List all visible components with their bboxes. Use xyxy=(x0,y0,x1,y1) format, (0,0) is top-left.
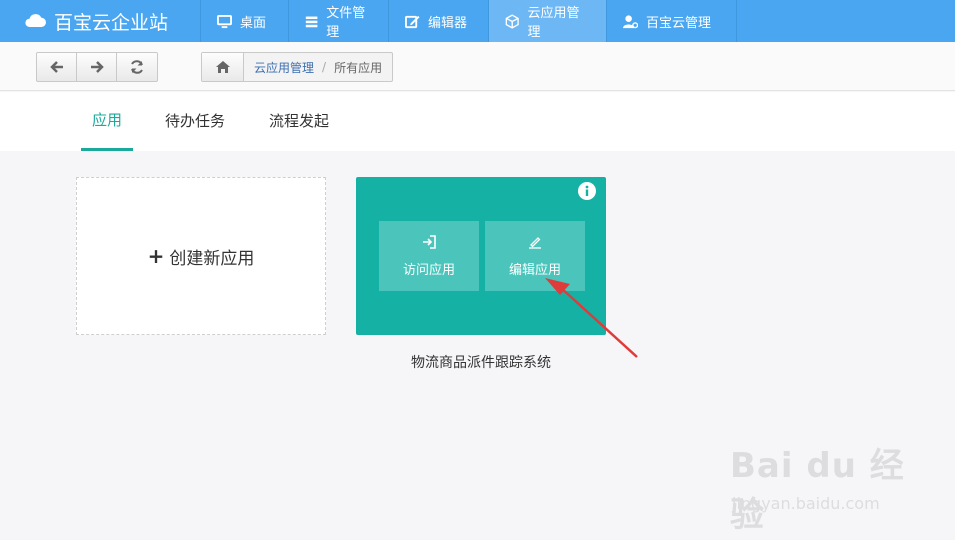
plus-icon: + xyxy=(147,244,165,268)
app-card: 访问应用 编辑应用 xyxy=(356,177,606,335)
brand-title: 百宝云企业站 xyxy=(54,11,169,34)
watermark-logo: Bai du 经验 xyxy=(730,446,905,535)
toolbar: 云应用管理 / 所有应用 xyxy=(0,42,955,91)
tab-start-process[interactable]: 流程发起 xyxy=(262,92,336,151)
nav-editor-label: 编辑器 xyxy=(428,15,468,31)
history-button-group xyxy=(36,52,158,82)
breadcrumb-home-button[interactable] xyxy=(202,53,244,81)
tab-apps[interactable]: 应用 xyxy=(81,92,133,151)
baidu-jingyan-watermark: Bai du 经验 jingyan.baidu.com xyxy=(730,438,930,535)
watermark-url: jingyan.baidu.com xyxy=(732,494,880,513)
brand[interactable]: 百宝云企业站 xyxy=(0,0,200,42)
nav-desktop-label: 桌面 xyxy=(240,15,267,31)
sign-in-icon xyxy=(423,234,436,249)
refresh-icon xyxy=(131,60,143,74)
tab-bar: 应用 待办任务 流程发起 xyxy=(0,92,955,151)
top-nav-bar: 百宝云企业站 桌面 文件管理 编辑器 云应用管理 百宝云管理 xyxy=(0,0,955,42)
cube-icon xyxy=(505,13,519,29)
edit-pen-icon xyxy=(529,236,541,249)
visit-app-label: 访问应用 xyxy=(402,262,455,278)
forward-button[interactable] xyxy=(77,53,117,81)
visit-app-button[interactable]: 访问应用 xyxy=(379,221,479,291)
arrow-left-icon xyxy=(49,61,63,73)
nav-spacer xyxy=(736,0,955,42)
nav-desktop[interactable]: 桌面 xyxy=(200,0,288,42)
nav-editor[interactable]: 编辑器 xyxy=(388,0,488,42)
nav-baibaoyun-manager-label: 百宝云管理 xyxy=(646,15,712,31)
info-icon[interactable] xyxy=(578,182,596,200)
breadcrumb-parent-link[interactable]: 云应用管理 xyxy=(244,59,318,76)
nav-file-manager[interactable]: 文件管理 xyxy=(288,0,388,42)
app-name: 物流商品派件跟踪系统 xyxy=(411,355,551,371)
home-icon xyxy=(215,61,230,73)
nav-cloud-app-manager-label: 云应用管理 xyxy=(527,6,580,40)
list-icon xyxy=(305,16,318,27)
breadcrumb: 云应用管理 / 所有应用 xyxy=(201,52,394,82)
cloud-icon xyxy=(25,14,46,27)
breadcrumb-current: 所有应用 xyxy=(334,60,383,75)
nav-cloud-app-manager[interactable]: 云应用管理 xyxy=(488,0,606,42)
nav-file-manager-label: 文件管理 xyxy=(326,6,366,40)
arrow-right-icon xyxy=(90,61,104,73)
monitor-icon xyxy=(217,14,232,28)
edit-icon xyxy=(405,15,420,28)
create-app-card[interactable]: + 创建新应用 xyxy=(76,177,326,335)
nav-baibaoyun-manager[interactable]: 百宝云管理 xyxy=(606,0,736,42)
edit-app-label: 编辑应用 xyxy=(508,262,561,278)
breadcrumb-separator: / xyxy=(322,60,327,74)
refresh-button[interactable] xyxy=(117,53,157,81)
tab-todo-tasks[interactable]: 待办任务 xyxy=(158,92,232,151)
create-app-label: 创建新应用 xyxy=(169,248,255,269)
user-gear-icon xyxy=(623,14,638,28)
edit-app-button[interactable]: 编辑应用 xyxy=(485,221,585,291)
back-button[interactable] xyxy=(37,53,77,81)
